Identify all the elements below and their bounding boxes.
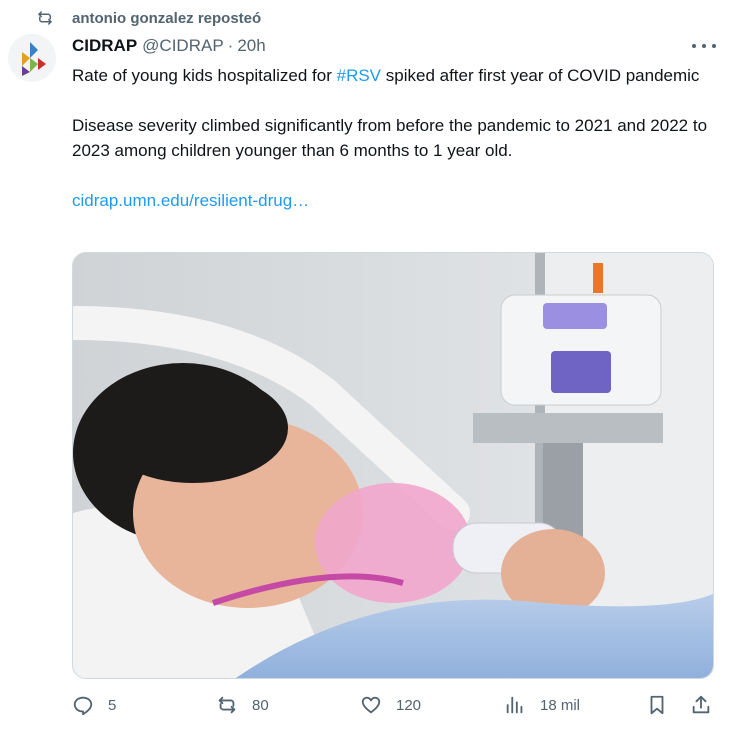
repost-icon <box>218 696 236 714</box>
repost-icon <box>38 11 52 25</box>
avatar[interactable] <box>8 34 56 82</box>
tweet-paragraph-2: Disease severity climbed significantly f… <box>72 116 708 160</box>
reply-button[interactable]: 5 <box>72 694 116 716</box>
tweet-header: CIDRAP @CIDRAP · 20h <box>72 36 266 56</box>
repost-header[interactable]: antonio gonzalez reposteó <box>36 9 261 27</box>
share-icon <box>692 695 710 714</box>
heart-icon <box>361 696 381 714</box>
reply-count: 5 <box>108 696 117 714</box>
reply-icon <box>73 696 93 716</box>
dot-icon <box>712 44 716 48</box>
more-options-button[interactable] <box>692 36 716 56</box>
dot-icon <box>702 44 706 48</box>
header-separator: · <box>227 36 234 55</box>
author-name[interactable]: CIDRAP <box>72 36 137 56</box>
like-button[interactable]: 120 <box>360 694 421 716</box>
views-icon <box>506 696 523 714</box>
repost-count: 80 <box>252 696 269 714</box>
like-count: 120 <box>396 696 422 714</box>
reposter-name[interactable]: antonio gonzalez reposteó <box>72 10 261 27</box>
author-handle[interactable]: @CIDRAP <box>142 36 224 56</box>
repost-button[interactable]: 80 <box>216 694 269 716</box>
bookmark-icon <box>650 695 664 715</box>
share-button[interactable] <box>690 694 712 716</box>
views-count: 18 mil <box>540 696 581 714</box>
views-button[interactable]: 18 mil <box>504 694 580 716</box>
tweet-text: Rate of young kids hospitalized for #RSV… <box>72 63 714 238</box>
tweet-actions: 5 80 120 18 mil <box>72 694 720 724</box>
tweet-media-image[interactable] <box>72 252 714 679</box>
tweet-link[interactable]: cidrap.umn.edu/resilient-drug… <box>72 191 309 210</box>
tweet-paragraph-1: Rate of young kids hospitalized for #RSV… <box>72 63 714 88</box>
bookmark-button[interactable] <box>646 694 668 716</box>
cidrap-logo-icon <box>22 42 46 76</box>
tweet-text-part: Rate of young kids hospitalized for <box>72 66 337 85</box>
hospital-child-photo <box>73 253 713 678</box>
tweet-time[interactable]: 20h <box>237 36 265 56</box>
dot-icon <box>692 44 696 48</box>
hashtag-link[interactable]: #RSV <box>337 66 381 85</box>
tweet-text-part: spiked after first year of COVID pandemi… <box>381 66 700 85</box>
